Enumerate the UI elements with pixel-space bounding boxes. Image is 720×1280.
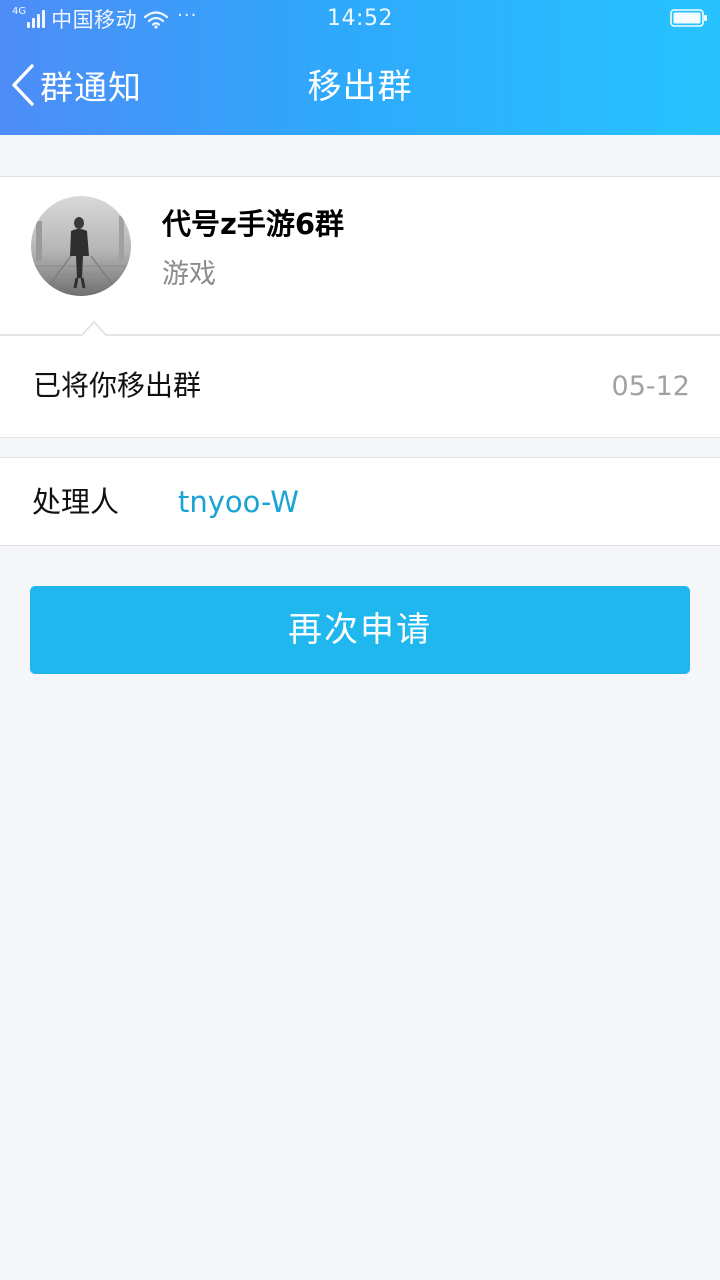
handler-row: 处理人 tnyoo-W	[0, 457, 720, 546]
notice-date: 05-12	[611, 371, 690, 402]
group-category: 游戏	[162, 259, 216, 290]
notice-text: 已将你移出群	[33, 369, 202, 402]
status-time: 14:52	[327, 6, 393, 31]
group-name: 代号z手游6群	[162, 207, 345, 241]
header: 4G 中国移动 ··· 14:52 群通知 移出群	[0, 0, 720, 135]
divider-notch	[0, 320, 720, 336]
group-info[interactable]: 代号z手游6群 游戏	[0, 177, 720, 335]
page-title: 移出群	[307, 67, 413, 107]
group-avatar[interactable]	[31, 196, 131, 296]
reapply-button[interactable]: 再次申请	[30, 586, 690, 674]
battery-icon	[670, 9, 707, 27]
handler-label: 处理人	[32, 485, 120, 519]
avatar-image	[31, 196, 131, 296]
group-card: 代号z手游6群 游戏 已将你移出群 05-12	[0, 176, 720, 438]
handler-name-link[interactable]: tnyoo-W	[178, 483, 299, 521]
status-bar: 4G 中国移动 ··· 14:52	[0, 0, 720, 38]
nav-bar: 群通知 移出群	[0, 38, 720, 135]
